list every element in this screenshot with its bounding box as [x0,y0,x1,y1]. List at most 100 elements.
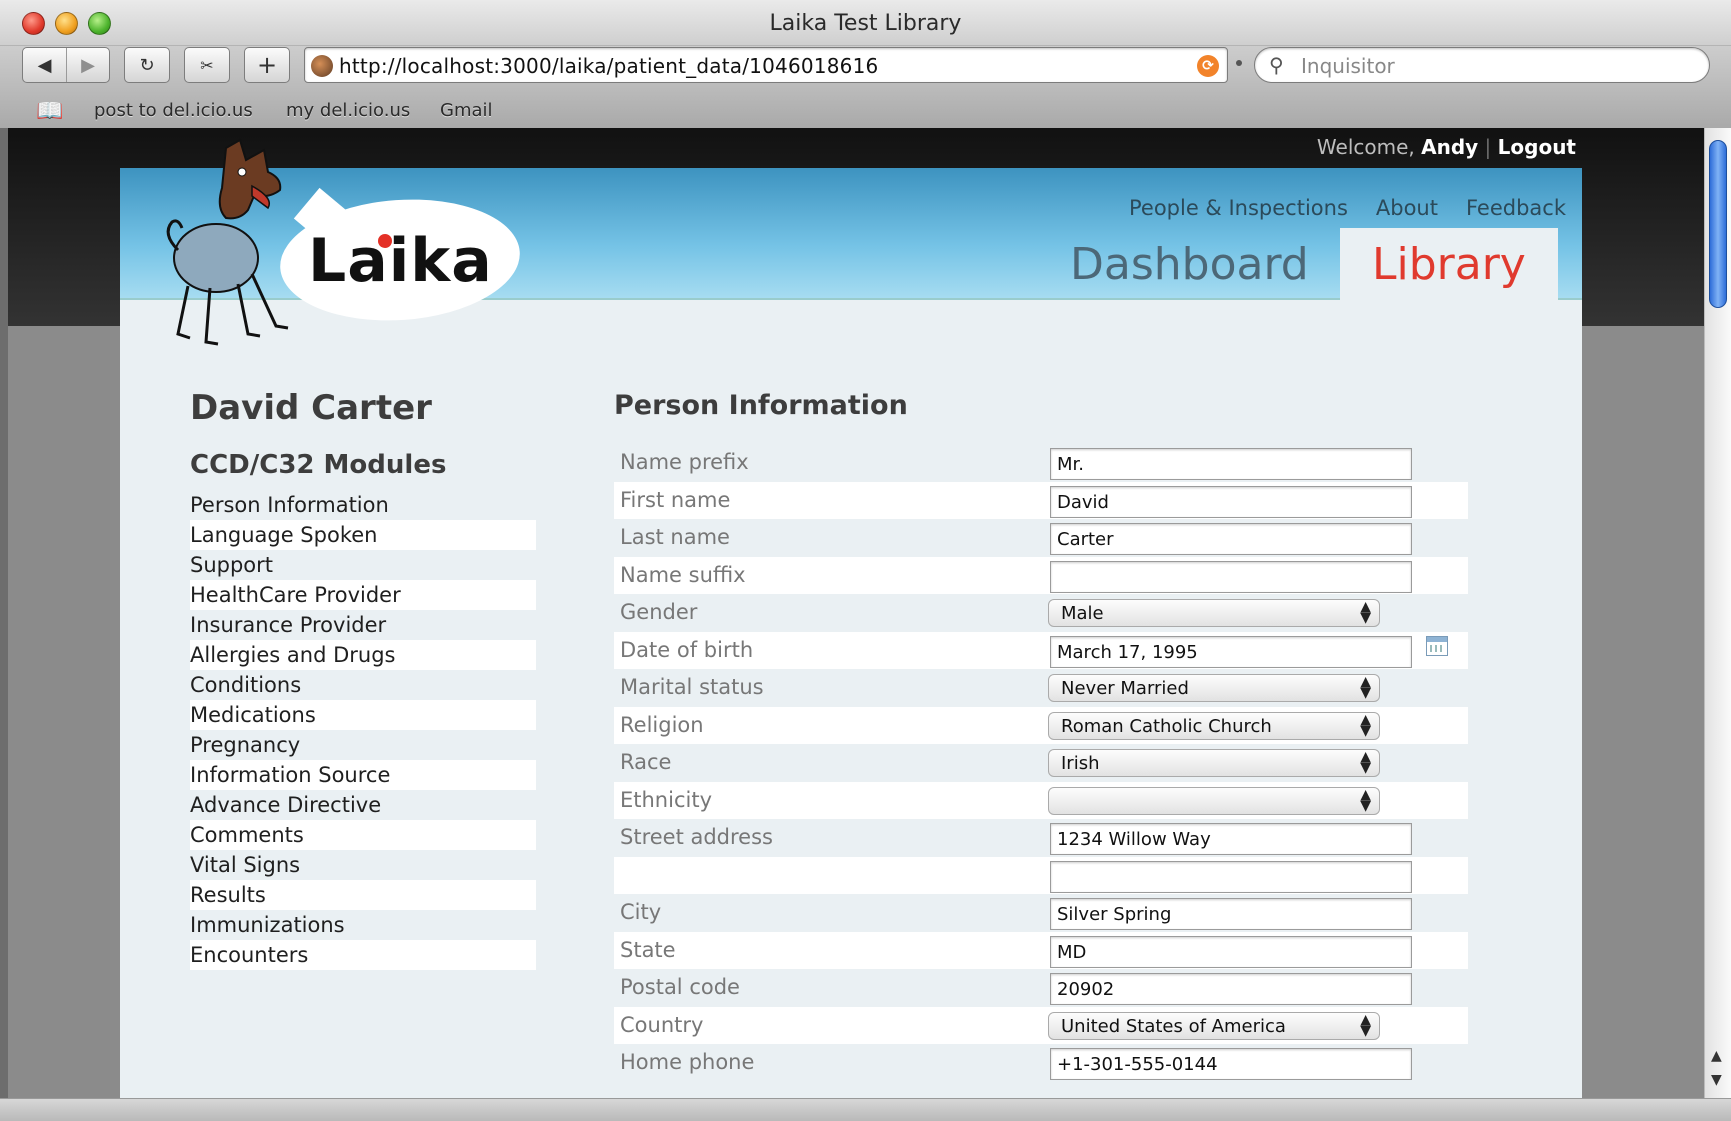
sidebar-item-medications[interactable]: Medications [190,700,536,730]
scroll-down-arrow-icon[interactable]: ▼ [1711,1072,1722,1088]
logo-text[interactable]: Laika [308,226,493,296]
marital-status-label: Marital status [620,675,764,699]
marital-status-value: Never Married [1061,678,1189,699]
title-bar: Laika Test Library [0,0,1731,46]
race-select[interactable]: Irish ▲ ▼ [1048,749,1380,777]
gender-label: Gender [620,600,698,624]
date-of-birth-input[interactable]: March 17, 1995 [1050,635,1412,668]
sidebar-item-comments[interactable]: Comments [190,820,536,850]
scroll-up-arrow-icon[interactable]: ▲ [1711,1048,1722,1064]
sidebar-item-healthcare-provider[interactable]: HealthCare Provider [190,580,536,610]
sidebar-item-encounters[interactable]: Encounters [190,940,536,970]
status-bar [0,1098,1731,1121]
state-input[interactable]: MD [1050,935,1412,968]
add-bookmark-button[interactable]: + [244,47,290,83]
form-row-name-suffix: Name suffix [614,556,1468,594]
first-name-input[interactable]: David [1050,485,1412,518]
bookmark-my-delicious[interactable]: my del.icio.us [286,100,410,121]
religion-label: Religion [620,712,704,737]
user-bar: Welcome, Andy | Logout [1317,135,1576,159]
module-list: Person Information Language Spoken Suppo… [190,490,536,970]
plus-icon: + [256,51,278,79]
marital-status-select[interactable]: Never Married ▲ ▼ [1048,674,1380,702]
last-name-input[interactable]: Carter [1050,523,1412,555]
rss-icon[interactable]: ⟳ [1197,55,1219,77]
date-of-birth-label: Date of birth [620,637,754,662]
sidebar-item-results[interactable]: Results [190,880,536,910]
sidebar-item-conditions[interactable]: Conditions [190,670,536,700]
nav-about[interactable]: About [1376,196,1438,220]
back-button[interactable]: ◀ [23,48,66,82]
form-row-first-name: First name David [614,481,1468,519]
country-value: United States of America [1061,1015,1286,1037]
site-favicon-icon [311,55,333,77]
sidebar-item-support[interactable]: Support [190,550,536,580]
country-select[interactable]: United States of America ▲ ▼ [1048,1011,1380,1040]
form-row-ethnicity: Ethnicity ▲ ▼ [614,781,1468,819]
web-viewport: Welcome, Andy | Logout People & Inspecti… [8,128,1704,1098]
select-arrows-icon: ▲ ▼ [1360,674,1371,701]
section-title: Person Information [614,390,908,421]
welcome-text: Welcome, [1316,135,1415,159]
street-address-input[interactable]: 1234 Willow Way [1050,823,1412,855]
form-row-country: Country United States of America ▲ ▼ [614,1006,1468,1044]
vertical-scrollbar[interactable]: ▲ ▼ [1704,128,1731,1098]
gender-value: Male [1061,603,1104,624]
country-label: Country [620,1012,704,1037]
select-arrows-icon: ▲ ▼ [1360,786,1371,814]
form-row-gender: Gender Male ▲ ▼ [614,594,1468,632]
url-text[interactable]: http://localhost:3000/laika/patient_data… [339,54,878,78]
home-phone-input[interactable]: +1-301-555-0144 [1050,1048,1412,1080]
form-row-religion: Religion Roman Catholic Church ▲ ▼ [614,706,1468,744]
search-field[interactable]: ⚲ Inquisitor [1254,47,1710,83]
top-nav: People & Inspections About Feedback [1129,196,1566,220]
postal-code-input[interactable]: 20902 [1050,973,1412,1005]
name-suffix-input[interactable] [1050,560,1412,593]
name-prefix-input[interactable]: Mr. [1050,448,1412,480]
form-row-state: State MD [614,931,1468,969]
ethnicity-select[interactable]: ▲ ▼ [1048,786,1380,815]
sidebar-item-advance-directive[interactable]: Advance Directive [190,790,536,820]
bookmark-gmail[interactable]: Gmail [440,100,493,121]
sidebar-item-language-spoken[interactable]: Language Spoken [190,520,536,550]
scrollbar-thumb[interactable] [1709,140,1727,308]
patient-name: David Carter [190,388,432,428]
race-label: Race [620,750,672,774]
sidebar-item-allergies-drugs[interactable]: Allergies and Drugs [190,640,536,670]
tab-dashboard[interactable]: Dashboard [1038,228,1341,302]
calendar-icon[interactable] [1426,635,1448,656]
forward-button[interactable]: ▶ [65,48,109,82]
form-row-postal-code: Postal code 20902 [614,969,1468,1007]
laika-dog-logo-icon [166,138,289,346]
bookmarks-book-icon[interactable]: 📖 [36,99,63,124]
reload-button[interactable]: ↻ [124,47,170,83]
form-row-date-of-birth: Date of birth March 17, 1995 [614,631,1468,669]
gender-select[interactable]: Male ▲ ▼ [1048,599,1380,627]
name-suffix-label: Name suffix [620,562,746,587]
nav-feedback[interactable]: Feedback [1466,196,1566,220]
nav-people-inspections[interactable]: People & Inspections [1129,196,1348,220]
address-bar[interactable]: http://localhost:3000/laika/patient_data… [304,47,1228,83]
logout-link[interactable]: Logout [1498,135,1576,159]
sidebar-item-information-source[interactable]: Information Source [190,760,536,790]
form-row-marital-status: Marital status Never Married ▲ ▼ [614,669,1468,707]
state-label: State [620,937,676,962]
sidebar-item-immunizations[interactable]: Immunizations [190,910,536,940]
snippet-button[interactable]: ✂ [184,47,230,83]
sidebar-item-person-information[interactable]: Person Information [190,490,536,520]
street-address-label: Street address [620,825,773,849]
sidebar-item-insurance-provider[interactable]: Insurance Provider [190,610,536,640]
browser-toolbar: ◀ ▶ ↻ ✂ + http://localhost:3000/laika/pa… [0,46,1731,128]
tab-library[interactable]: Library [1340,228,1558,302]
bookmark-post-delicious[interactable]: post to del.icio.us [94,100,253,121]
city-input[interactable]: Silver Spring [1050,898,1412,930]
toolbar-separator [1236,60,1242,66]
forward-arrow-icon: ▶ [81,54,95,76]
select-arrows-icon: ▲ ▼ [1360,599,1371,626]
postal-code-label: Postal code [620,975,740,999]
street-address-2-input[interactable] [1050,860,1412,893]
sidebar-item-pregnancy[interactable]: Pregnancy [190,730,536,760]
sidebar-item-vital-signs[interactable]: Vital Signs [190,850,536,880]
religion-select[interactable]: Roman Catholic Church ▲ ▼ [1048,711,1380,740]
logo-dot [378,234,392,248]
